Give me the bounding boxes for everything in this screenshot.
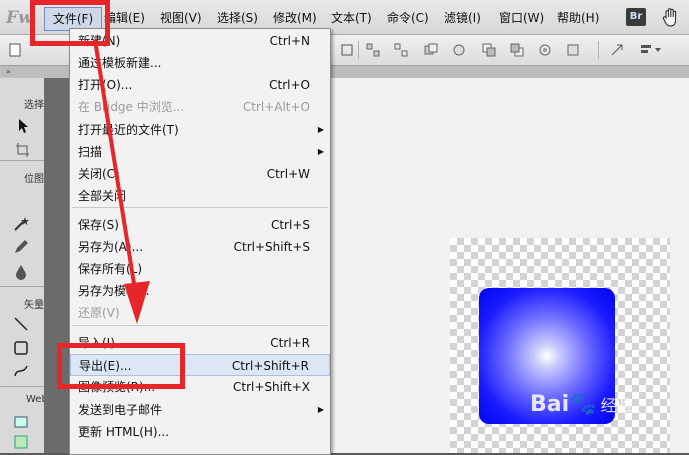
file-menu-item-shortcut: Ctrl+R bbox=[270, 336, 310, 350]
hotspot-tool-icon[interactable] bbox=[13, 414, 29, 430]
menu-window[interactable]: 窗口(W) bbox=[499, 10, 544, 26]
annotation-box-export bbox=[57, 343, 185, 389]
file-menu-item-label: 保存所有(L) bbox=[78, 262, 143, 276]
blur-tool-icon[interactable] bbox=[13, 264, 29, 280]
file-menu-item[interactable]: 保存所有(L) bbox=[70, 258, 330, 280]
tools-section-vector: 矢量 bbox=[24, 300, 44, 311]
file-menu-item[interactable]: 另存为(A)... Ctrl+Shift+S bbox=[70, 236, 330, 258]
file-menu-item[interactable]: 更新 HTML(H)... bbox=[70, 421, 330, 443]
toolbar-divider bbox=[598, 41, 599, 59]
bring-forward-icon[interactable] bbox=[482, 43, 496, 57]
submenu-arrow-icon: ▶ bbox=[317, 125, 324, 134]
watermark-suffix: 经验 bbox=[600, 396, 633, 415]
tools-divider bbox=[0, 286, 44, 287]
file-menu-dropdown: 新建(N) Ctrl+N 通过模板新建... 打开(O)... Ctrl+O 在 Brid… bbox=[69, 28, 331, 455]
file-menu-item-shortcut: Ctrl+Shift+X bbox=[233, 380, 310, 394]
panel-collapse-bar[interactable]: » bbox=[0, 66, 44, 78]
menu-edit[interactable]: 编辑(E) bbox=[104, 10, 145, 26]
file-menu-item-label: 全部关闭 bbox=[78, 189, 127, 203]
file-menu-item-shortcut: Ctrl+W bbox=[266, 167, 310, 181]
pencil-tool-icon[interactable] bbox=[13, 239, 29, 255]
file-menu-item[interactable]: 扫描 ▶ bbox=[70, 141, 330, 163]
menu-view[interactable]: 视图(V) bbox=[160, 10, 202, 26]
file-menu-item-shortcut: Ctrl+Shift+R bbox=[231, 359, 309, 373]
rectangle-tool-icon[interactable] bbox=[13, 340, 29, 356]
baidu-watermark: Bai🐾 经验 bbox=[530, 392, 660, 420]
menu-text[interactable]: 文本(T) bbox=[331, 10, 372, 26]
file-menu-item-label: 还原(V) bbox=[78, 306, 120, 320]
file-menu-item-label: 扫描 bbox=[78, 145, 103, 159]
watermark-brand: Bai bbox=[530, 392, 570, 417]
file-menu-item[interactable]: 另存为模板... bbox=[70, 280, 330, 302]
ungroup-icon[interactable] bbox=[394, 43, 408, 57]
tools-section-bitmap: 位图 bbox=[24, 174, 44, 185]
file-menu-item-label: 保存(S) bbox=[78, 218, 119, 232]
file-menu-item[interactable]: 全部关闭 bbox=[70, 185, 330, 207]
tools-divider bbox=[0, 160, 44, 161]
freeform-tool-icon[interactable] bbox=[13, 363, 29, 379]
file-menu-item-shortcut: Ctrl+Alt+O bbox=[242, 100, 310, 114]
file-menu-item: 还原(V) bbox=[70, 302, 330, 324]
file-menu-item[interactable]: 打开(O)... Ctrl+O bbox=[70, 74, 330, 96]
send-backward-icon[interactable] bbox=[510, 43, 524, 57]
hand-tool-icon[interactable] bbox=[660, 6, 682, 28]
join-icon[interactable] bbox=[424, 43, 438, 57]
file-menu-item[interactable]: 保存(S) Ctrl+S bbox=[70, 214, 330, 236]
group-icon[interactable] bbox=[366, 43, 380, 57]
annotation-box-file bbox=[30, 0, 110, 46]
slice-tool-icon[interactable] bbox=[13, 434, 29, 450]
file-menu-item[interactable]: 打开最近的文件(T) ▶ bbox=[70, 119, 330, 141]
file-menu-item-label: 打开(O)... bbox=[78, 78, 133, 92]
tools-divider bbox=[0, 386, 44, 387]
tools-panel: » 选择 位图 矢量 Web bbox=[0, 66, 48, 453]
file-menu-item-label: 通过模板新建... bbox=[78, 56, 162, 70]
tools-section-select: 选择 bbox=[24, 100, 44, 111]
paw-icon: 🐾 bbox=[569, 392, 597, 417]
toolbar-divider bbox=[358, 41, 359, 59]
export-arrow-icon[interactable] bbox=[610, 43, 624, 57]
crop-tool-icon[interactable] bbox=[15, 142, 31, 158]
menu-commands[interactable]: 命令(C) bbox=[387, 10, 429, 26]
magic-wand-icon[interactable] bbox=[13, 216, 29, 232]
file-menu-item-label: 打开最近的文件(T) bbox=[78, 123, 179, 137]
menu-select[interactable]: 选择(S) bbox=[217, 10, 258, 26]
menu-separator bbox=[72, 325, 328, 326]
menu-filters[interactable]: 滤镜(I) bbox=[444, 10, 481, 26]
pointer-tool-icon[interactable] bbox=[15, 118, 31, 134]
submenu-arrow-icon: ▶ bbox=[317, 405, 324, 414]
file-menu-item-label: 另存为模板... bbox=[78, 284, 150, 298]
split-icon[interactable] bbox=[452, 43, 466, 57]
file-menu-item-label: 在 Bridge 中浏览... bbox=[78, 100, 185, 114]
menu-help[interactable]: 帮助(H) bbox=[557, 10, 599, 26]
file-menu-item-shortcut: Ctrl+O bbox=[269, 78, 310, 92]
line-tool-icon[interactable] bbox=[13, 316, 29, 332]
file-menu-item-label: 发送到电子邮件 bbox=[78, 403, 163, 417]
bridge-button[interactable]: Br bbox=[626, 8, 646, 26]
align-dropdown-icon[interactable] bbox=[640, 43, 662, 57]
file-menu-item-label: 更新 HTML(H)... bbox=[78, 425, 170, 439]
menu-modify[interactable]: 修改(M) bbox=[273, 10, 317, 26]
file-menu-item[interactable]: 通过模板新建... bbox=[70, 52, 330, 74]
file-menu-item-label: 另存为(A)... bbox=[78, 240, 144, 254]
menu-separator bbox=[72, 207, 328, 208]
file-menu-item: 在 Bridge 中浏览... Ctrl+Alt+O bbox=[70, 96, 330, 118]
new-document-icon[interactable] bbox=[8, 43, 22, 57]
file-menu-item[interactable]: 关闭(C) Ctrl+W bbox=[70, 163, 330, 185]
submenu-arrow-icon: ▶ bbox=[317, 147, 324, 156]
file-menu-item-shortcut: Ctrl+Shift+S bbox=[233, 240, 310, 254]
align-icon[interactable] bbox=[340, 43, 354, 57]
file-menu-item-label: 关闭(C) bbox=[78, 167, 120, 181]
rotate-icon[interactable] bbox=[538, 43, 552, 57]
file-menu-item[interactable]: 发送到电子邮件 ▶ bbox=[70, 399, 330, 421]
file-menu-item-shortcut: Ctrl+N bbox=[269, 34, 310, 48]
flip-icon[interactable] bbox=[566, 43, 580, 57]
file-menu-item-shortcut: Ctrl+S bbox=[270, 218, 310, 232]
